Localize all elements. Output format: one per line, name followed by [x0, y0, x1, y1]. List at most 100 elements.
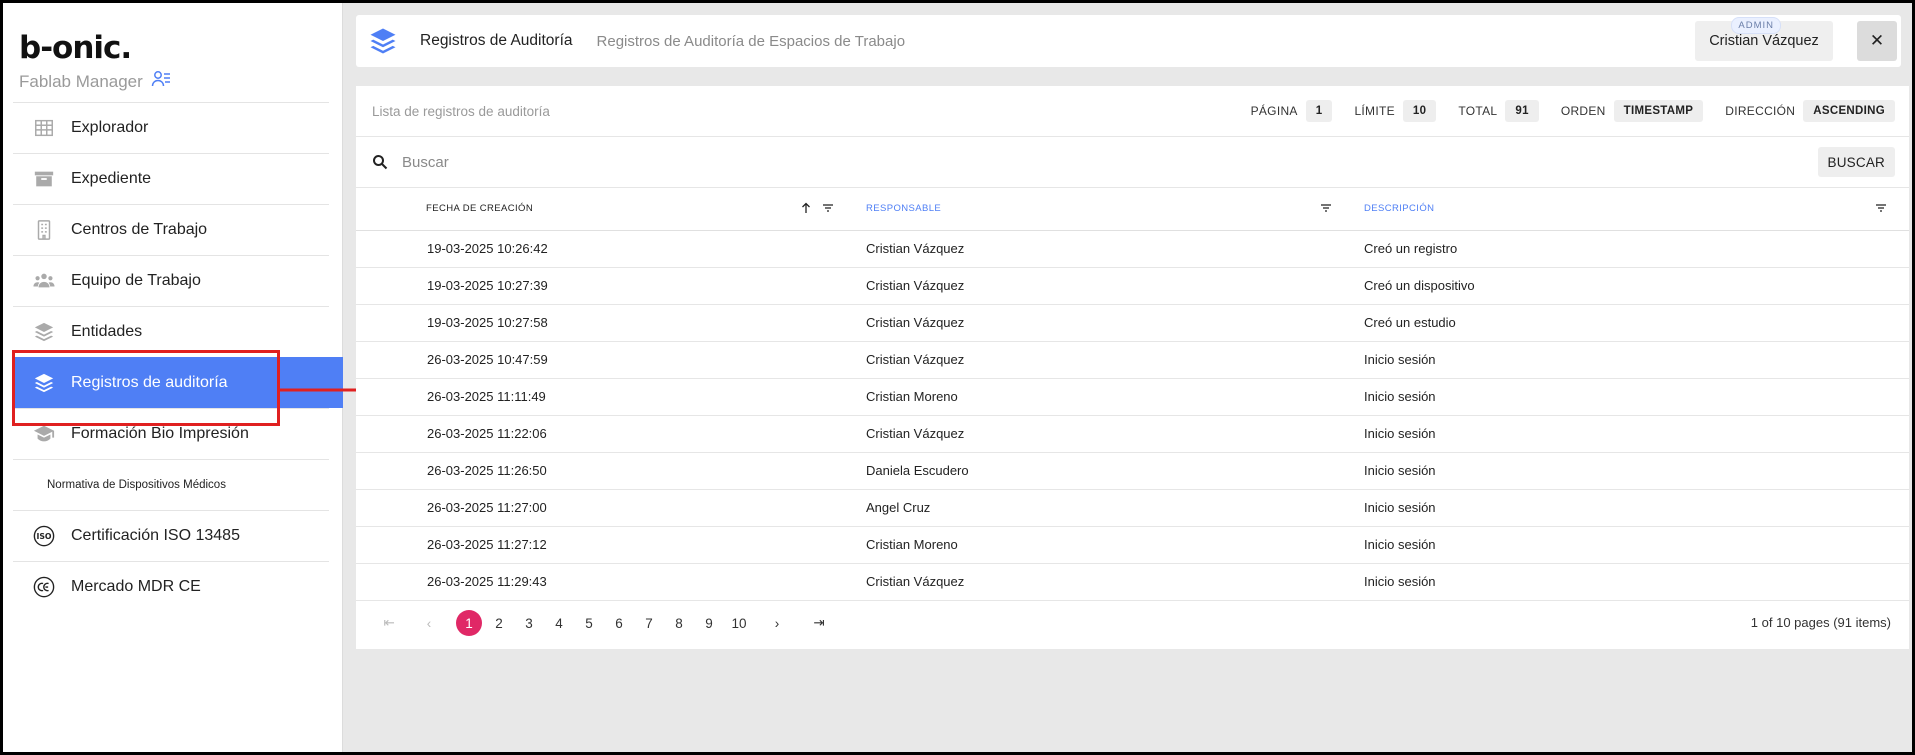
sidebar-item-2[interactable]: Centros de Trabajo: [13, 204, 329, 255]
page-subtitle: Registros de Auditoría de Espacios de Tr…: [596, 32, 906, 50]
app-frame: b-onic. Fablab Manager Explorador Expedie…: [3, 3, 1912, 752]
sidebar-item-label: Formación Bio Impresión: [71, 425, 249, 442]
brand: b-onic. Fablab Manager: [19, 31, 171, 94]
page-number: 8: [675, 615, 683, 631]
archive-box-icon: [31, 166, 57, 192]
column-header-label: FECHA DE CREACIÓN: [426, 203, 534, 215]
card-toolbar: Lista de registros de auditoría PÁGINA 1 L…: [356, 86, 1909, 137]
team-icon: [31, 268, 57, 294]
cell-fecha: 19-03-2025 10:27:39: [356, 267, 856, 305]
table-row[interactable]: 19-03-2025 10:27:58 Cristian Vázquez Creó …: [356, 304, 1909, 342]
page-number: 3: [525, 615, 533, 631]
page-6-button[interactable]: 6: [604, 610, 634, 636]
table-row[interactable]: 26-03-2025 11:26:50 Daniela Escudero Inici…: [356, 452, 1909, 490]
meta-label: DIRECCIÓN: [1725, 104, 1796, 118]
cell-fecha: 26-03-2025 11:22:06: [356, 415, 856, 453]
page-3-button[interactable]: 3: [514, 610, 544, 636]
sidebar-item-9[interactable]: Mercado MDR CE: [13, 561, 329, 612]
prev-page-button[interactable]: ‹: [414, 610, 444, 636]
sidebar-item-4[interactable]: Entidades: [13, 306, 329, 357]
logo: b-onic.: [19, 30, 132, 66]
meta-label: ORDEN: [1560, 104, 1606, 118]
page-number: 7: [645, 615, 653, 631]
last-page-button[interactable]: ⇥: [804, 610, 834, 636]
page-1-button[interactable]: 1: [454, 610, 484, 636]
user-chip[interactable]: Cristian Vázquez ADMIN: [1695, 17, 1833, 61]
user-name: Cristian Vázquez: [1709, 33, 1819, 49]
audit-table: FECHA DE CREACIÓN RESPONSABLE DESCRIPCIÓ…: [356, 188, 1909, 601]
cell-descripcion: Inicio sesión: [1354, 415, 1909, 453]
list-meta: PÁGINA 1 LÍMITE 10 TOTAL 91 ORDEN TIMESTAMP DIRE…: [1229, 100, 1895, 122]
table-row[interactable]: 26-03-2025 11:27:12 Cristian Moreno Inicio…: [356, 526, 1909, 564]
table-row[interactable]: 19-03-2025 10:27:39 Cristian Vázquez Creó …: [356, 267, 1909, 305]
sort-ascending-icon[interactable]: [800, 202, 812, 214]
cell-responsable: Cristian Moreno: [856, 526, 1354, 564]
column-header-fecha[interactable]: FECHA DE CREACIÓN: [356, 188, 856, 231]
page-number: 4: [555, 615, 563, 631]
page-9-button[interactable]: 9: [694, 610, 724, 636]
table-row[interactable]: 19-03-2025 10:26:42 Cristian Vázquez Creó …: [356, 230, 1909, 268]
cell-descripcion: Inicio sesión: [1354, 563, 1909, 601]
sidebar-item-3[interactable]: Equipo de Trabajo: [13, 255, 329, 306]
meta-value: 10: [1402, 100, 1437, 122]
column-header-descripcion[interactable]: DESCRIPCIÓN: [1354, 188, 1909, 231]
list-title: Lista de registros de auditoría: [372, 103, 550, 119]
page-8-button[interactable]: 8: [664, 610, 694, 636]
role-badge: ADMIN: [1731, 17, 1781, 34]
meta-value: 91: [1505, 100, 1539, 122]
table-row[interactable]: 26-03-2025 11:22:06 Cristian Vázquez Inici…: [356, 415, 1909, 453]
page-number: 9: [705, 615, 713, 631]
column-header-responsable[interactable]: RESPONSABLE: [856, 188, 1354, 231]
pagination: ⇤ ‹ 1 2 3 4 5 6 7 8 9 10 › ⇥ 1 of 10 pages (91 it…: [356, 597, 1909, 649]
table-row[interactable]: 26-03-2025 10:47:59 Cristian Vázquez Inici…: [356, 341, 1909, 379]
sidebar-item-label: Normativa de Dispositivos Médicos: [47, 479, 226, 491]
filter-icon[interactable]: [1320, 202, 1332, 214]
sidebar-item-label: Entidades: [71, 323, 143, 340]
cell-responsable: Cristian Moreno: [856, 378, 1354, 416]
sidebar-item-8[interactable]: ISO Certificación ISO 13485: [13, 510, 329, 561]
brand-subtitle: Fablab Manager: [19, 69, 171, 94]
cell-descripcion: Inicio sesión: [1354, 489, 1909, 527]
cell-fecha: 26-03-2025 11:27:12: [356, 526, 856, 564]
meta-label: LÍMITE: [1354, 104, 1395, 118]
filter-icon[interactable]: [1875, 202, 1887, 214]
sidebar-item-6[interactable]: Formación Bio Impresión: [13, 408, 329, 459]
next-page-button[interactable]: ›: [762, 610, 792, 636]
pagination-info: 1 of 10 pages (91 items): [1750, 615, 1891, 630]
column-header-label: RESPONSABLE: [866, 203, 942, 215]
table-row[interactable]: 26-03-2025 11:29:43 Cristian Vázquez Inici…: [356, 563, 1909, 601]
sidebar-item-7[interactable]: Normativa de Dispositivos Médicos: [13, 459, 329, 510]
sidebar-item-1[interactable]: Expediente: [13, 153, 329, 204]
sidebar-item-label: Centros de Trabajo: [71, 221, 208, 238]
column-header-label: DESCRIPCIÓN: [1364, 203, 1435, 215]
user-list-icon[interactable]: [151, 69, 171, 94]
search-input[interactable]: [402, 153, 1502, 171]
grid-icon: [31, 115, 57, 141]
sidebar: b-onic. Fablab Manager Explorador Expedie…: [3, 3, 343, 752]
page-5-button[interactable]: 5: [574, 610, 604, 636]
filter-icon[interactable]: [822, 202, 834, 214]
cell-fecha: 26-03-2025 11:29:43: [356, 563, 856, 601]
meta-label: PÁGINA: [1250, 104, 1298, 118]
page-title: Registros de Auditoría: [420, 32, 573, 49]
table-row[interactable]: 26-03-2025 11:27:00 Angel Cruz Inicio sesi…: [356, 489, 1909, 527]
page-7-button[interactable]: 7: [634, 610, 664, 636]
svg-text:ISO: ISO: [36, 532, 51, 541]
cell-fecha: 26-03-2025 11:26:50: [356, 452, 856, 490]
close-button[interactable]: ✕: [1857, 21, 1897, 61]
cell-descripcion: Inicio sesión: [1354, 341, 1909, 379]
sidebar-item-label: Certificación ISO 13485: [71, 527, 240, 544]
cell-descripcion: Creó un estudio: [1354, 304, 1909, 342]
first-page-button[interactable]: ⇤: [374, 610, 404, 636]
brand-subtitle-text: Fablab Manager: [19, 71, 143, 91]
cell-fecha: 26-03-2025 11:11:49: [356, 378, 856, 416]
page-number: 5: [585, 615, 593, 631]
sidebar-item-0[interactable]: Explorador: [13, 102, 329, 153]
table-row[interactable]: 26-03-2025 11:11:49 Cristian Moreno Inicio…: [356, 378, 1909, 416]
page-numbers: 1 2 3 4 5 6 7 8 9 10: [454, 610, 754, 636]
search-button[interactable]: BUSCAR: [1817, 147, 1895, 177]
page-2-button[interactable]: 2: [484, 610, 514, 636]
page-4-button[interactable]: 4: [544, 610, 574, 636]
page-10-button[interactable]: 10: [724, 610, 754, 636]
cell-responsable: Cristian Vázquez: [856, 304, 1354, 342]
